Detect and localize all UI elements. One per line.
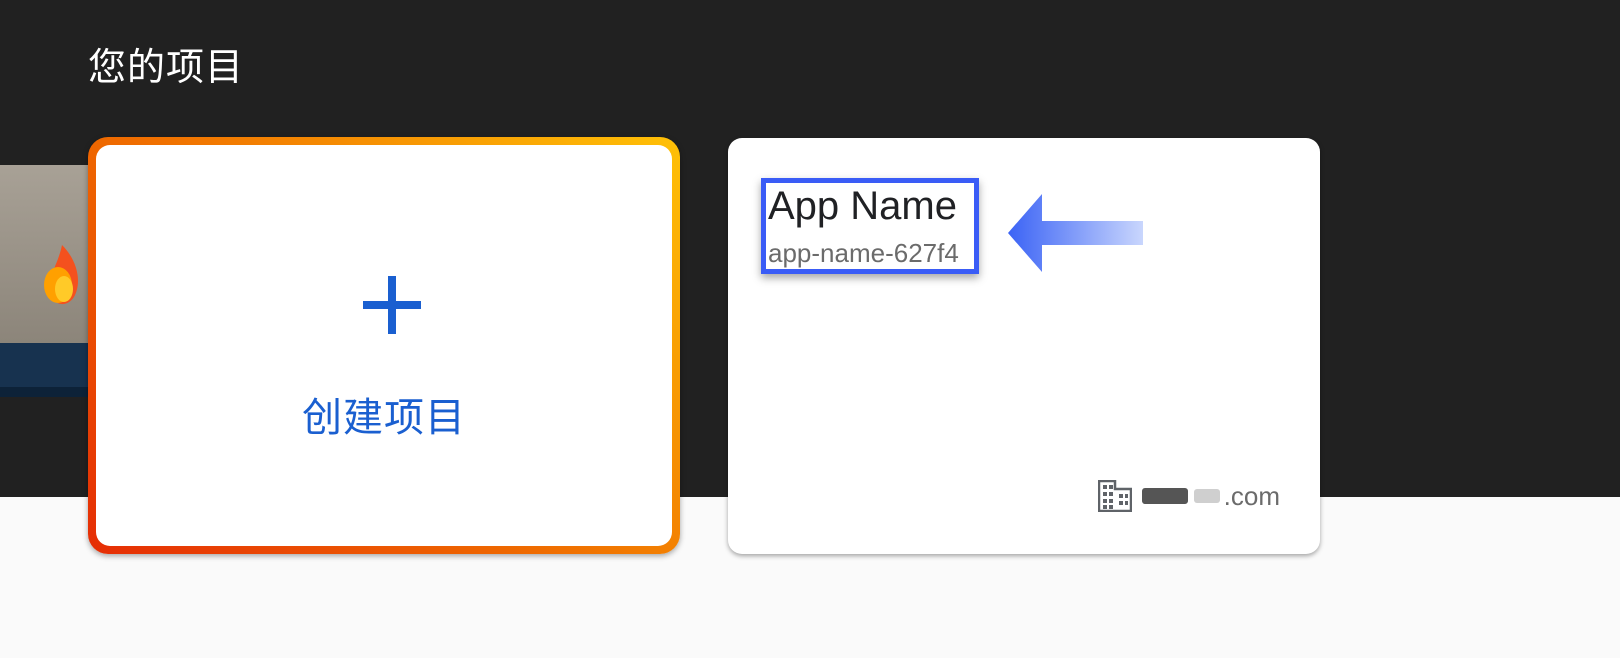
- project-id: app-name-627f4: [768, 238, 959, 268]
- plus-icon: [363, 276, 421, 334]
- arrow-left-icon: [1008, 194, 1143, 272]
- page-title: 您的项目: [88, 45, 245, 89]
- organization-domain: .com: [1141, 480, 1280, 512]
- create-project-card-body: 创建项目: [96, 145, 672, 546]
- project-card[interactable]: App Name app-name-627f4 .com: [728, 138, 1320, 554]
- organization-row: .com: [1097, 478, 1280, 514]
- redacted-text: [1141, 488, 1188, 504]
- create-project-card[interactable]: 创建项目: [88, 137, 680, 554]
- building-icon: [1097, 480, 1132, 512]
- create-project-label: 创建项目: [302, 395, 466, 441]
- project-name: App Name: [768, 184, 957, 228]
- promo-illustration: [0, 165, 92, 397]
- organization-domain-suffix: .com: [1223, 480, 1280, 511]
- redacted-text: [1193, 489, 1220, 503]
